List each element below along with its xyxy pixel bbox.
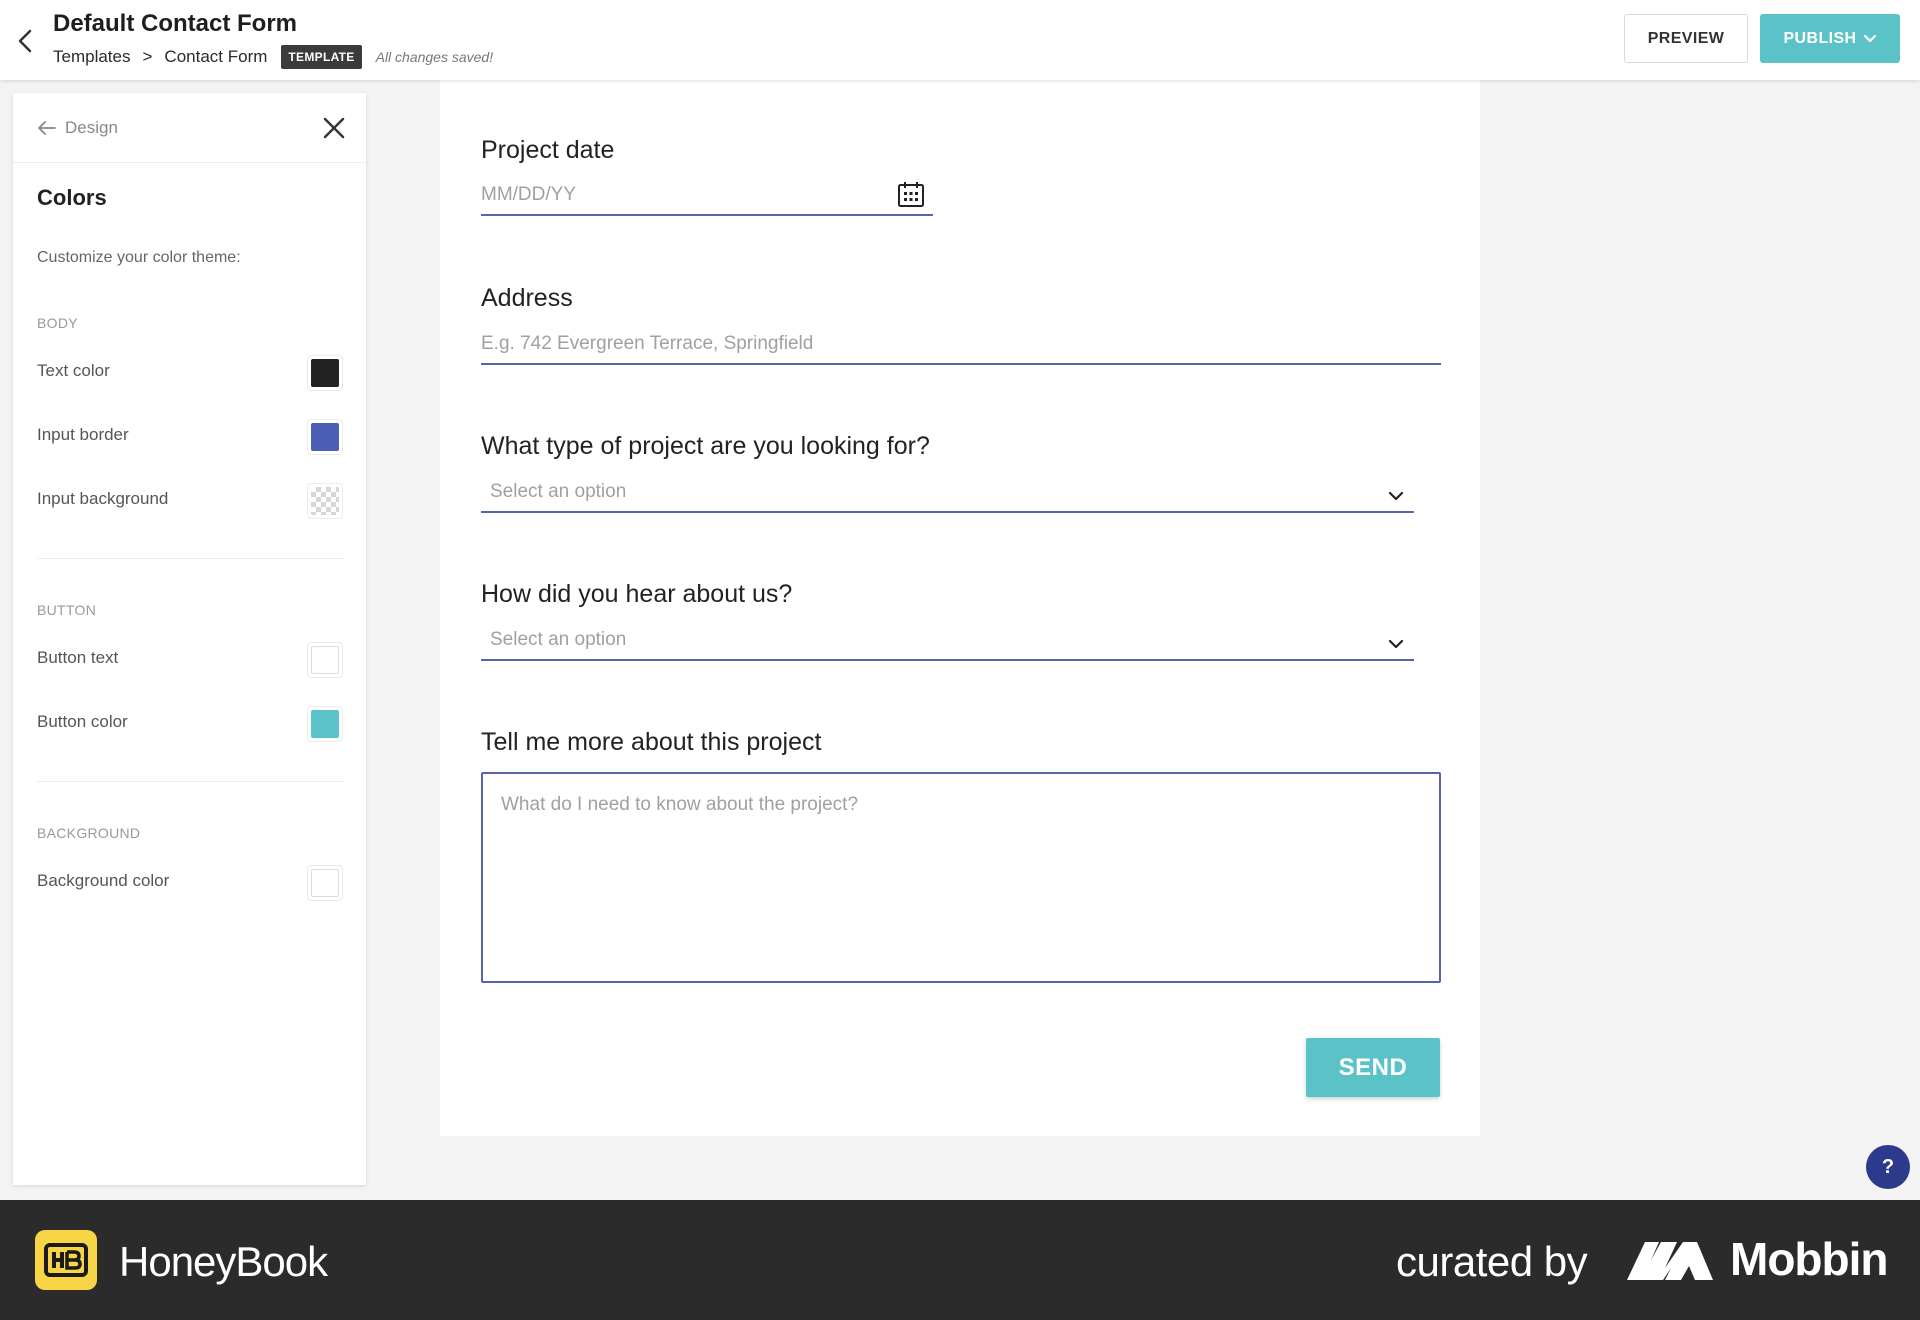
button-text-label: Button text xyxy=(37,648,119,667)
breadcrumb: Templates > Contact Form TEMPLATE All ch… xyxy=(53,45,493,69)
panel-header: Design xyxy=(13,93,366,163)
project-date-placeholder: MM/DD/YY xyxy=(481,184,576,205)
address-placeholder: E.g. 742 Evergreen Terrace, Springfield xyxy=(481,333,814,354)
chevron-down-icon xyxy=(1388,639,1404,649)
publish-button[interactable]: PUBLISH xyxy=(1760,14,1900,63)
preview-button[interactable]: PREVIEW xyxy=(1624,14,1748,63)
project-date-input[interactable]: MM/DD/YY xyxy=(481,176,933,216)
project-type-label: What type of project are you looking for… xyxy=(481,432,930,460)
form-preview-card: Project date MM/DD/YY Address E.g. 742 E… xyxy=(440,80,1480,1136)
calendar-icon[interactable] xyxy=(897,180,925,208)
section-divider xyxy=(37,558,343,559)
breadcrumb-templates[interactable]: Templates xyxy=(53,47,130,67)
breadcrumb-separator: > xyxy=(142,47,153,66)
template-badge: TEMPLATE xyxy=(281,45,362,69)
text-color-swatch[interactable] xyxy=(307,355,343,391)
design-back-link[interactable]: Design xyxy=(37,118,118,138)
breadcrumb-contact-form[interactable]: Contact Form xyxy=(164,47,267,67)
button-color-swatch[interactable] xyxy=(307,706,343,742)
referral-selected: Select an option xyxy=(490,629,627,650)
save-status: All changes saved! xyxy=(375,49,494,65)
button-color-chip xyxy=(311,710,339,738)
top-bar: Default Contact Form Templates > Contact… xyxy=(0,0,1920,80)
input-background-label: Input background xyxy=(37,489,169,508)
input-border-chip xyxy=(311,423,339,451)
back-chevron-icon[interactable] xyxy=(14,26,38,56)
button-text-chip xyxy=(311,646,339,674)
address-label: Address xyxy=(481,284,573,312)
input-border-swatch[interactable] xyxy=(307,419,343,455)
button-text-swatch[interactable] xyxy=(307,642,343,678)
section-divider xyxy=(37,781,343,782)
send-button[interactable]: SEND xyxy=(1306,1038,1440,1097)
colors-subtitle: Customize your color theme: xyxy=(37,249,241,266)
address-input[interactable]: E.g. 742 Evergreen Terrace, Springfield xyxy=(481,324,1441,365)
details-label: Tell me more about this project xyxy=(481,728,822,756)
project-type-selected: Select an option xyxy=(490,481,627,502)
arrow-left-icon xyxy=(38,121,56,135)
transparent-checker-icon xyxy=(311,487,339,515)
colors-heading: Colors xyxy=(37,185,107,210)
section-background-label: BACKGROUND xyxy=(37,825,141,841)
project-type-select[interactable]: Select an option xyxy=(481,472,1414,513)
input-border-label: Input border xyxy=(37,425,129,444)
honeybook-logo-icon xyxy=(35,1230,97,1290)
honeybook-wordmark: HoneyBook xyxy=(119,1238,328,1285)
background-color-chip xyxy=(311,869,339,897)
details-placeholder: What do I need to know about the project… xyxy=(501,794,859,815)
page-title: Default Contact Form xyxy=(53,10,298,37)
referral-select[interactable]: Select an option xyxy=(481,620,1414,661)
background-color-label: Background color xyxy=(37,871,170,890)
section-button-label: BUTTON xyxy=(37,602,97,618)
text-color-label: Text color xyxy=(37,361,110,380)
chevron-down-icon xyxy=(1388,491,1404,501)
input-background-swatch[interactable] xyxy=(307,483,343,519)
button-color-label: Button color xyxy=(37,712,128,731)
help-button[interactable]: ? xyxy=(1866,1145,1910,1189)
design-panel: Design Colors Customize your color theme… xyxy=(13,93,366,1185)
details-textarea[interactable]: What do I need to know about the project… xyxy=(481,772,1441,983)
project-date-label: Project date xyxy=(481,136,615,164)
referral-label: How did you hear about us? xyxy=(481,580,793,608)
chevron-down-icon xyxy=(1863,34,1876,42)
mobbin-wordmark: Mobbin xyxy=(1730,1233,1888,1285)
close-icon[interactable] xyxy=(321,115,347,141)
text-color-chip xyxy=(311,359,339,387)
background-color-swatch[interactable] xyxy=(307,865,343,901)
publish-label: PUBLISH xyxy=(1783,29,1857,47)
footer-banner: HoneyBook curated by Mobbin xyxy=(0,1200,1920,1320)
curated-by-text: curated by xyxy=(1396,1238,1588,1285)
design-back-label: Design xyxy=(65,118,118,137)
section-body-label: BODY xyxy=(37,315,78,331)
mobbin-logo-icon xyxy=(1627,1242,1713,1280)
